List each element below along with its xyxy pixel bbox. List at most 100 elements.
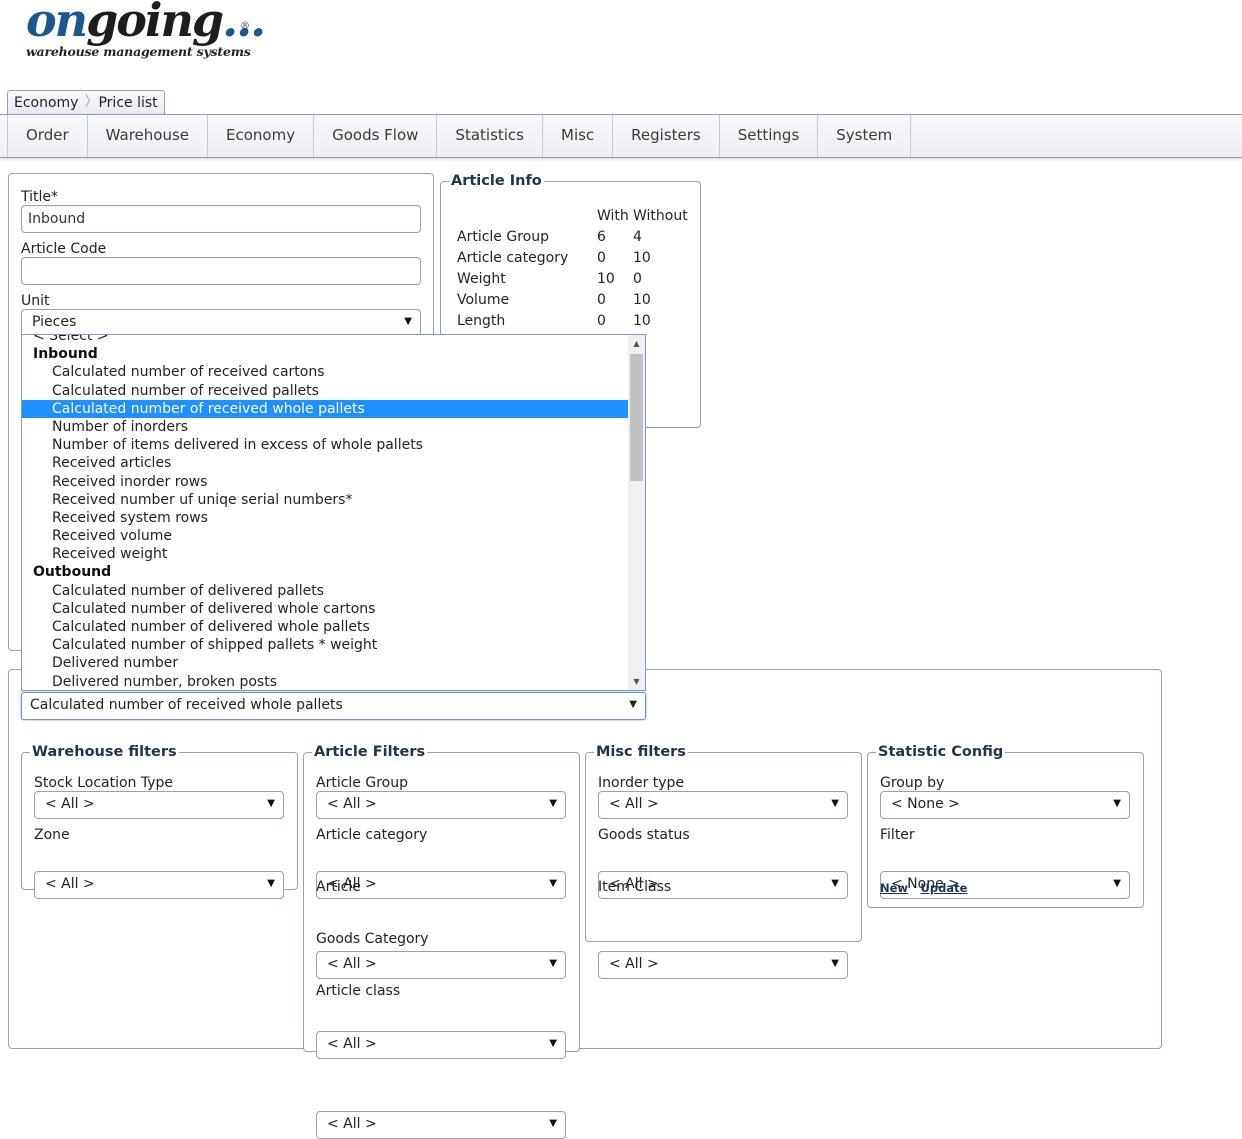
warehouse-filters-legend: Warehouse filters <box>30 743 179 761</box>
dropdown-option[interactable]: Received system rows <box>22 509 645 527</box>
dropdown-arrow-icon: ▼ <box>831 958 839 969</box>
article-group-select[interactable]: < All > ▼ <box>316 791 566 819</box>
statistic-config-panel: Statistic Config Group by < None > ▼ Fil… <box>867 743 1144 908</box>
dropdown-option[interactable]: Calculated number of received pallets <box>22 382 645 400</box>
dropdown-option[interactable]: Delivered number, broken posts <box>22 673 645 690</box>
zone-select[interactable]: < All > ▼ <box>34 871 284 899</box>
update-link[interactable]: Update <box>921 881 968 895</box>
select-value: < All > <box>327 1116 377 1132</box>
nav-goods-flow[interactable]: Goods Flow <box>314 115 438 157</box>
zone-label: Zone <box>34 827 70 843</box>
dropdown-arrow-icon: ▼ <box>1113 878 1121 889</box>
warehouse-filters-panel: Warehouse filters Stock Location Type < … <box>21 743 298 899</box>
unit-label: Unit <box>21 293 50 309</box>
misc-filters-legend: Misc filters <box>594 743 688 761</box>
dropdown-option[interactable]: Received inorder rows <box>22 473 645 491</box>
scroll-up-icon[interactable]: ▲ <box>628 335 645 352</box>
select-value: < All > <box>327 956 377 972</box>
dropdown-option[interactable]: Delivered number <box>22 654 645 672</box>
nav-settings[interactable]: Settings <box>720 115 819 157</box>
title-label: Title* <box>21 189 59 205</box>
title-input[interactable] <box>21 205 421 233</box>
new-link[interactable]: New <box>880 881 908 895</box>
dropdown-arrow-icon: ▼ <box>267 878 275 889</box>
item-class-select[interactable]: < All > ▼ <box>598 951 848 979</box>
dropdown-option[interactable]: Calculated number of received cartons <box>22 363 645 381</box>
group-by-label: Group by <box>880 775 945 791</box>
dropdown-arrow-icon: ▼ <box>267 798 275 809</box>
dropdown-arrow-icon: ▼ <box>831 878 839 889</box>
select-value: < All > <box>45 876 95 892</box>
nav-warehouse[interactable]: Warehouse <box>88 115 209 157</box>
dropdown-option[interactable]: Calculated number of shipped pallets * w… <box>22 636 645 654</box>
dropdown-arrow-icon: ▼ <box>404 316 412 327</box>
article-class-select[interactable]: < All > ▼ <box>316 1111 566 1139</box>
article-category-label: Article category <box>316 827 428 843</box>
article-info-header: With Without <box>457 206 688 227</box>
logo-on: on <box>26 0 88 47</box>
nav-economy[interactable]: Economy <box>208 115 315 157</box>
dropdown-option[interactable]: Number of inorders <box>22 418 645 436</box>
inorder-type-select[interactable]: < All > ▼ <box>598 791 848 819</box>
group-by-select[interactable]: < None > ▼ <box>880 791 1130 819</box>
dropdown-option[interactable]: Calculated number of delivered pallets <box>22 582 645 600</box>
article-code-label: Article Code <box>21 241 107 257</box>
article-label: Article <box>316 879 361 895</box>
dropdown-arrow-icon: ▼ <box>831 798 839 809</box>
table-row: Volume 0 10 <box>457 292 651 308</box>
dropdown-arrow-icon: ▼ <box>549 1118 557 1129</box>
dropdown-option[interactable]: Received articles <box>22 454 645 472</box>
stock-location-type-select[interactable]: < All > ▼ <box>34 791 284 819</box>
table-row: Article category 0 10 <box>457 250 651 266</box>
statistic-type-dropdown-list[interactable]: < Select > Inbound Calculated number of r… <box>21 334 646 691</box>
logo-going: going <box>86 0 224 47</box>
article-group-label: Article Group <box>316 775 408 791</box>
select-value: < All > <box>327 796 377 812</box>
dropdown-option[interactable]: Received volume <box>22 527 645 545</box>
main-nav: Order Warehouse Economy Goods Flow Stati… <box>0 114 1242 158</box>
article-code-input[interactable] <box>21 257 421 285</box>
article-info-legend: Article Info <box>449 172 544 190</box>
select-value: < All > <box>609 956 659 972</box>
dropdown-arrow-icon: ▼ <box>549 1038 557 1049</box>
article-filters-panel: Article Filters Article Group < All > ▼ … <box>303 743 580 1139</box>
table-row: Weight 10 0 <box>457 271 642 287</box>
scrollbar-thumb[interactable] <box>630 354 643 481</box>
dropdown-option[interactable]: Number of items delivered in excess of w… <box>22 436 645 454</box>
statistic-config-legend: Statistic Config <box>876 743 1006 761</box>
dropdown-option[interactable]: Received number uf uniqe serial numbers* <box>22 491 645 509</box>
nav-order[interactable]: Order <box>7 115 88 157</box>
dropdown-arrow-icon: ▼ <box>1113 798 1121 809</box>
inorder-type-label: Inorder type <box>598 775 685 791</box>
dropdown-option[interactable]: Calculated number of received whole pall… <box>22 399 628 418</box>
scroll-down-icon[interactable]: ▼ <box>628 673 645 690</box>
dropdown-option[interactable]: Received weight <box>22 545 645 563</box>
nav-system[interactable]: System <box>818 115 912 157</box>
table-row: Length 0 10 <box>457 313 651 329</box>
dropdown-option[interactable]: Calculated number of delivered whole pal… <box>22 618 645 636</box>
unit-select[interactable]: Pieces ▼ <box>21 309 421 337</box>
stock-location-type-label: Stock Location Type <box>34 775 174 791</box>
dropdown-option[interactable]: Calculated number of delivered whole car… <box>22 600 645 618</box>
unit-value: Pieces <box>32 314 77 330</box>
dropdown-option-select[interactable]: < Select > <box>22 335 645 345</box>
article-filters-legend: Article Filters <box>312 743 428 761</box>
goods-category-select[interactable]: < All > ▼ <box>316 1031 566 1059</box>
dropdown-group-label: Inbound <box>33 346 98 363</box>
breadcrumb: Economy 〉 Price list <box>7 90 165 114</box>
chevron-right-icon: 〉 <box>84 91 92 114</box>
article-select[interactable]: < All > ▼ <box>316 951 566 979</box>
dropdown-arrow-icon: ▼ <box>549 798 557 809</box>
nav-registers[interactable]: Registers <box>613 115 720 157</box>
breadcrumb-economy[interactable]: Economy <box>8 91 84 114</box>
dropdown-scrollbar[interactable]: ▲ ▼ <box>628 335 645 690</box>
col-with: With <box>597 208 629 224</box>
dropdown-arrow-icon: ▼ <box>629 699 637 710</box>
select-value: < All > <box>45 796 95 812</box>
breadcrumb-price-list[interactable]: Price list <box>92 91 163 114</box>
nav-misc[interactable]: Misc <box>543 115 614 157</box>
config-links: New Update <box>880 880 975 896</box>
select-value: < None > <box>891 796 960 812</box>
statistic-type-select[interactable]: Calculated number of received whole pall… <box>21 692 646 720</box>
nav-statistics[interactable]: Statistics <box>437 115 543 157</box>
